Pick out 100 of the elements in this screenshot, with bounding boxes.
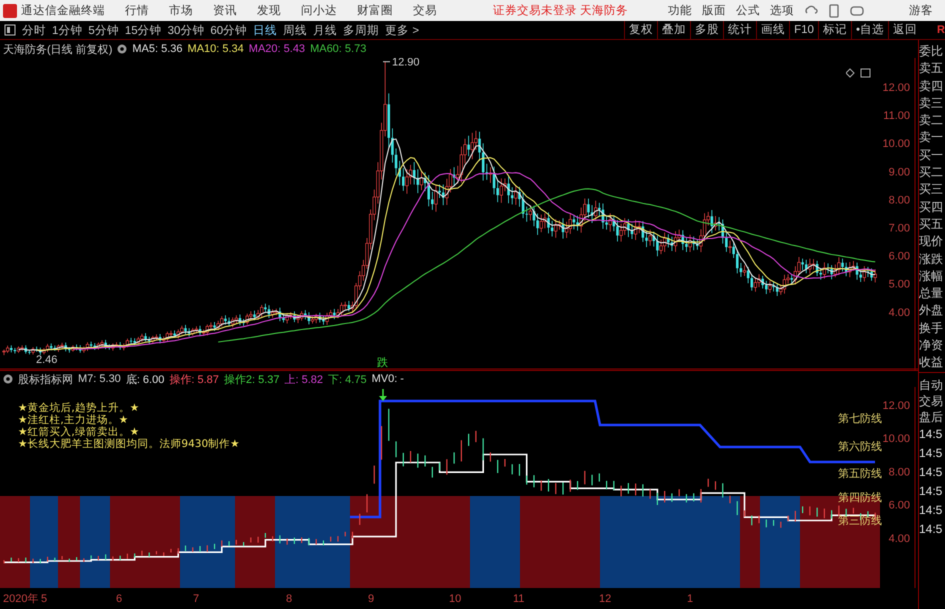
mode-label[interactable]: 自动 [919,376,945,393]
period-tab[interactable]: 周线 [283,22,308,38]
trade-time: 14:5 [919,502,944,519]
signal-label: 跌 [377,356,388,369]
period-tab[interactable]: 多周期 [343,22,380,38]
date-axis-label: 7 [193,593,200,605]
quote-field-label: 涨跌 [919,250,944,268]
menu-item[interactable]: 发现 [257,3,281,18]
quote-field-label: 买一 [919,146,944,164]
indicator-axis-label: 10.00 [882,433,910,446]
indicator-value: M7: 5.30 [78,373,121,385]
menu-item[interactable]: 资讯 [213,3,237,18]
period-tab[interactable]: 月线 [313,22,338,38]
note-text: ★黄金坑后,趋势上升。★ [18,402,140,414]
quote-field-label: 卖四 [919,78,944,95]
date-axis-label: 8 [286,593,292,605]
chart-title: 天海防务(日线 前复权) [3,42,112,56]
toolbar-button[interactable]: 统计 [723,21,756,39]
trade-time: 14:5 [919,520,944,538]
quote-field-label: 卖二 [919,112,944,130]
toolbar-button[interactable]: 多股 [690,21,724,39]
defense-line-label: 第六防线 [838,440,882,453]
price-axis-label: 7.00 [888,222,910,234]
indicator-axis-label: 12.00 [882,400,910,412]
toolbar-button[interactable]: 复权 [624,21,658,39]
quote-field-label: 买五 [919,216,944,233]
menu-item[interactable]: 市场 [169,3,193,18]
user-label[interactable]: 游客 [909,3,933,18]
note-text: ★长线大肥羊主图测图均同。法师9430制作★ [18,438,240,450]
date-axis-label: 11 [513,593,524,605]
quote-field-label: 净资 [919,337,944,354]
defense-line-label: 第五防线 [838,467,882,480]
date-axis-label: 10 [449,593,462,605]
quote-field-label: 买四 [919,198,944,216]
toolbar-button[interactable]: 叠加 [657,21,690,39]
ma-value: MA5: 5.36 [132,43,183,55]
toolbar-button[interactable]: 返回 [888,21,921,39]
period-tab[interactable]: 15分钟 [124,22,162,38]
price-axis-label: 11.00 [883,110,910,122]
menu-item[interactable]: 行情 [125,3,149,18]
ma-value: MA10: 5.34 [188,43,244,55]
price-axis-label: 4.00 [888,306,910,319]
defense-line-label: 第七防线 [838,412,882,425]
menu-item[interactable]: 功能 [668,3,692,18]
menu-item[interactable]: 版面 [702,3,726,18]
high-price-label: 12.90 [392,58,420,69]
period-tab[interactable]: 更多 > [385,22,420,38]
quote-field-label: 涨幅 [919,268,944,285]
indicator-axis-label: 4.00 [888,532,910,545]
mode-label[interactable]: 交易 [919,392,945,409]
toolbar-button[interactable]: 标记 [818,21,851,39]
indicator-value: 操作2: 5.37 [224,372,280,386]
mode-label[interactable]: 盘后 [919,408,945,425]
indicator-axis-label: 8.00 [888,466,910,478]
defense-line-label: 第四防线 [838,491,882,504]
date-axis-label: 2020年 [3,593,38,605]
menu-item[interactable]: 问小达 [301,3,337,18]
period-tab[interactable]: 30分钟 [168,22,204,38]
price-axis-label: 10.00 [882,138,910,150]
period-tab[interactable]: 5分钟 [88,22,119,38]
price-axis-label: 6.00 [888,250,910,263]
price-axis-label: 8.00 [888,194,910,206]
indicator-axis-label: 6.00 [888,500,910,512]
quote-field-label: 外盘 [919,302,944,320]
price-axis-label: 9.00 [888,166,910,178]
period-tab[interactable]: 60分钟 [210,22,248,38]
period-tab[interactable]: 1分钟 [52,22,82,38]
price-axis-label: 5.00 [888,278,910,291]
period-tab[interactable]: 分时 [22,22,46,38]
quote-field-label: 买三 [919,181,944,198]
defense-line-label: 第三防线 [838,514,882,527]
period-tab[interactable]: 日线 [253,22,278,38]
quote-field-label: 卖五 [919,60,944,78]
menu-item[interactable]: 交易 [413,3,437,18]
date-axis-label: 1 [687,593,694,605]
quote-field-label: 换手 [919,320,944,337]
quote-field-label: 卖三 [919,94,944,112]
trade-time: 14:5 [919,464,944,481]
quote-field-label: 买二 [919,164,944,182]
login-status: 证券交易未登录 天海防务 [493,3,628,18]
toolbar-button[interactable]: F10 [789,21,818,39]
note-text: ★洼红柱,主力进场。★ [18,414,128,426]
indicator-value: 上: 5.82 [284,372,324,386]
indicator-title: 股标指标网 [18,372,73,386]
toolbar-button[interactable]: •自选 [850,21,888,39]
menu-item[interactable]: 公式 [736,3,760,18]
menu-item[interactable]: 财富圈 [357,3,393,18]
date-axis-label: 6 [116,593,122,605]
price-axis-label: 12.00 [882,82,910,94]
indicator-value: MV0: - [372,373,404,385]
trade-time: 14:5 [919,482,944,500]
note-text: ★红箭买入,绿箭卖出。★ [18,426,140,438]
menu-item[interactable]: 选项 [770,3,794,18]
ma-value: MA60: 5.73 [310,43,366,55]
indicator-value: 底: 6.00 [126,372,164,386]
trade-time: 14:5 [919,426,944,443]
toolbar-button[interactable]: 画线 [756,21,790,39]
date-axis-label: 9 [368,593,374,605]
date-axis-label: 12 [599,593,612,605]
indicator-value: 下: 4.75 [328,372,367,386]
